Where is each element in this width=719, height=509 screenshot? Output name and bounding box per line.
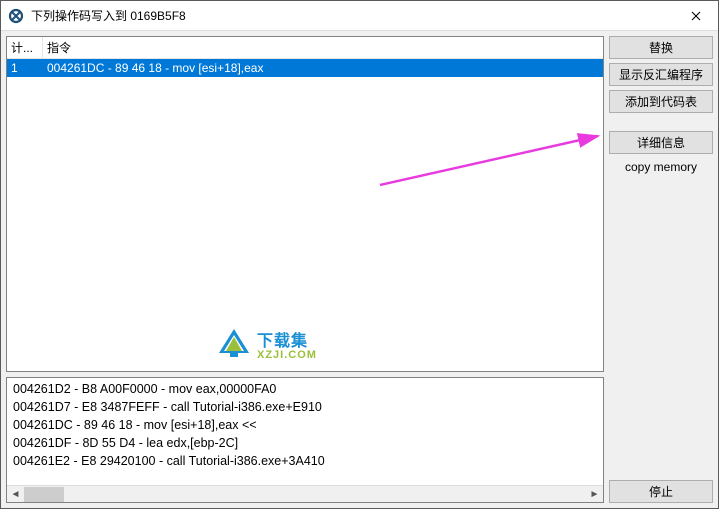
cell-instruction: 004261DC - 89 46 18 - mov [esi+18],eax	[43, 61, 603, 75]
detail-line: 004261D7 - E8 3487FEFF - call Tutorial-i…	[13, 398, 597, 416]
col-header-instruction[interactable]: 指令	[43, 37, 603, 58]
scroll-right-icon[interactable]: ►	[586, 486, 603, 503]
spacer	[609, 117, 713, 127]
detail-line: 004261E2 - E8 29420100 - call Tutorial-i…	[13, 452, 597, 470]
detail-line: 004261DC - 89 46 18 - mov [esi+18],eax <…	[13, 416, 597, 434]
spacer	[609, 182, 713, 476]
disassembly-detail[interactable]: 004261D2 - B8 A00F0000 - mov eax,00000FA…	[6, 377, 604, 503]
window-title: 下列操作码写入到 0169B5F8	[31, 7, 673, 24]
scroll-thumb[interactable]	[24, 487, 64, 502]
copy-memory-label[interactable]: copy memory	[609, 158, 713, 178]
close-button[interactable]	[673, 1, 718, 31]
stop-button[interactable]: 停止	[609, 480, 713, 503]
show-disassembler-button[interactable]: 显示反汇编程序	[609, 63, 713, 86]
detail-line: 004261D2 - B8 A00F0000 - mov eax,00000FA…	[13, 380, 597, 398]
scroll-left-icon[interactable]: ◄	[7, 486, 24, 503]
list-header: 计... 指令	[7, 37, 603, 59]
content-area: 计... 指令 1 004261DC - 89 46 18 - mov [esi…	[1, 31, 718, 508]
detail-line: 004261DF - 8D 55 D4 - lea edx,[ebp-2C]	[13, 434, 597, 452]
watermark-title: 下载集	[257, 327, 317, 351]
list-body[interactable]: 1 004261DC - 89 46 18 - mov [esi+18],eax…	[7, 59, 603, 371]
add-to-codetable-button[interactable]: 添加到代码表	[609, 90, 713, 113]
details-button[interactable]: 详细信息	[609, 131, 713, 154]
right-column: 替换 显示反汇编程序 添加到代码表 详细信息 copy memory 停止	[609, 36, 713, 503]
opcode-list[interactable]: 计... 指令 1 004261DC - 89 46 18 - mov [esi…	[6, 36, 604, 372]
list-row[interactable]: 1 004261DC - 89 46 18 - mov [esi+18],eax	[7, 59, 603, 77]
app-icon	[7, 7, 25, 25]
horizontal-scrollbar[interactable]: ◄ ►	[7, 485, 603, 502]
left-column: 计... 指令 1 004261DC - 89 46 18 - mov [esi…	[6, 36, 604, 503]
watermark: 下载集 XZJI.COM	[217, 327, 317, 361]
cell-count: 1	[7, 61, 43, 75]
replace-button[interactable]: 替换	[609, 36, 713, 59]
titlebar: 下列操作码写入到 0169B5F8	[1, 1, 718, 31]
col-header-count[interactable]: 计...	[7, 37, 43, 58]
watermark-sub: XZJI.COM	[257, 349, 317, 361]
scroll-track[interactable]	[24, 486, 586, 502]
detail-body: 004261D2 - B8 A00F0000 - mov eax,00000FA…	[7, 378, 603, 485]
